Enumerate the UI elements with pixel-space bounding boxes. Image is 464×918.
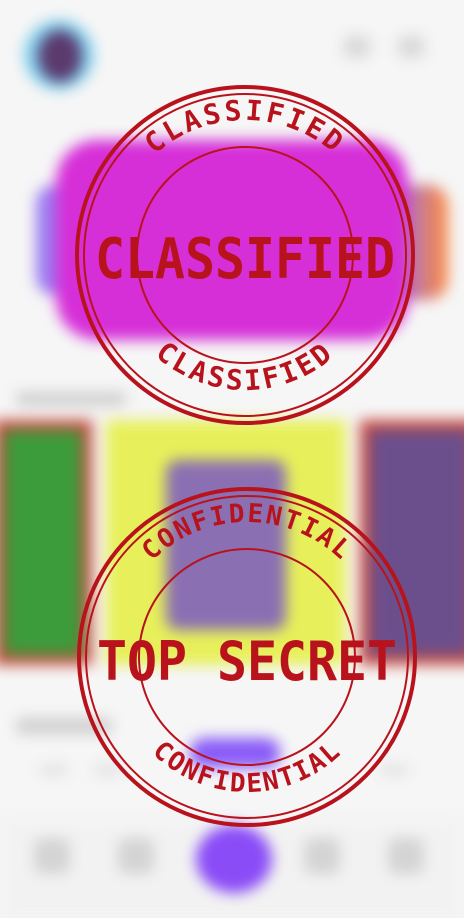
content-card-center[interactable]	[106, 420, 346, 665]
meta-item	[40, 765, 68, 775]
featured-banner[interactable]	[56, 140, 408, 340]
notification-icon[interactable]	[344, 36, 370, 58]
profile-icon[interactable]	[388, 838, 424, 874]
home-icon[interactable]	[34, 838, 70, 874]
user-avatar-icon[interactable]	[24, 20, 94, 90]
search-icon[interactable]	[118, 838, 154, 874]
meta-item	[380, 765, 408, 775]
meta-item	[94, 765, 122, 775]
card-title	[16, 718, 112, 734]
section-heading	[16, 392, 126, 406]
menu-icon[interactable]	[398, 36, 424, 58]
content-card-left[interactable]	[0, 420, 92, 665]
avatar-figure	[38, 30, 82, 82]
add-icon[interactable]	[196, 825, 272, 893]
content-card-right[interactable]	[360, 420, 464, 665]
card-artwork	[166, 460, 286, 630]
library-icon[interactable]	[304, 838, 340, 874]
blurred-app-screen	[0, 0, 464, 918]
action-chip[interactable]	[190, 738, 280, 768]
